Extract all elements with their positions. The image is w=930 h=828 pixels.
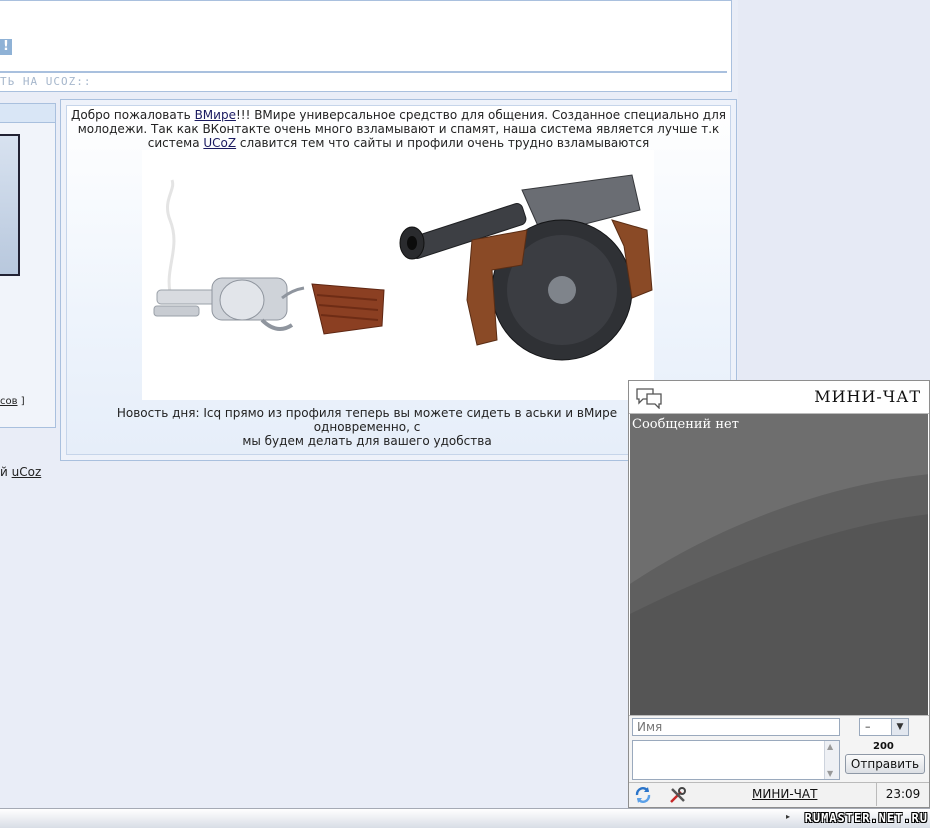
revolver-icon bbox=[153, 277, 385, 335]
mini-chat-messages[interactable]: Сообщений нет bbox=[630, 414, 928, 715]
scroll-down-icon[interactable]: ▼ bbox=[827, 769, 833, 778]
mini-chat-title: МИНИ-ЧАТ bbox=[814, 387, 921, 406]
vmire-link[interactable]: ВМире bbox=[195, 108, 236, 122]
powered-by-prefix: й bbox=[0, 465, 12, 479]
powered-by: й uCoz bbox=[0, 465, 41, 479]
welcome-text-start: Добро пожаловать bbox=[71, 108, 195, 122]
refresh-icon[interactable] bbox=[634, 786, 652, 804]
header-divider bbox=[0, 71, 727, 73]
scroll-up-icon[interactable]: ▲ bbox=[827, 742, 833, 751]
no-messages-text: Сообщений нет bbox=[632, 417, 739, 432]
scroll-right-icon[interactable]: ▸ bbox=[786, 812, 790, 821]
header-caption: ТЬ НА UCOZ:: bbox=[0, 75, 92, 88]
message-textarea[interactable]: ▲ ▼ bbox=[632, 740, 840, 780]
weapons-picture bbox=[142, 150, 654, 400]
tommy-gun-icon bbox=[399, 174, 653, 361]
news-of-the-day: Новость дня: Icq прямо из профиля теперь… bbox=[67, 406, 667, 448]
name-input[interactable] bbox=[632, 718, 840, 736]
char-counter: 200 bbox=[873, 741, 894, 752]
mini-chat-footer: МИНИ-ЧАТ 23:09 bbox=[629, 782, 929, 807]
left-sidebar-header bbox=[0, 104, 55, 123]
welcome-text: Добро пожаловать ВМире!!! ВМире универса… bbox=[67, 108, 730, 150]
sidebar-bracket: ] bbox=[20, 396, 25, 407]
sidebar-link-row: сов ] bbox=[0, 396, 25, 407]
news-line-1: Новость дня: Icq прямо из профиля теперь… bbox=[116, 406, 618, 434]
chat-bubbles-icon bbox=[636, 388, 662, 409]
mini-chat-header: МИНИ-ЧАТ bbox=[629, 381, 929, 414]
watermark-text: RUMASTER.NET.RU bbox=[804, 811, 928, 825]
sidebar-link[interactable]: сов bbox=[0, 396, 18, 407]
mini-chat-widget: МИНИ-ЧАТ Сообщений нет – ▼ ▲ ▼ 200 Отпра… bbox=[628, 380, 930, 808]
alert-icon: ! bbox=[0, 39, 12, 55]
textarea-scrollbar[interactable]: ▲ ▼ bbox=[824, 741, 839, 779]
smile-select-value: – bbox=[865, 720, 871, 733]
mini-chat-background bbox=[630, 414, 928, 715]
tools-icon[interactable] bbox=[669, 786, 687, 804]
left-sidebar-block: сов ] bbox=[0, 103, 56, 428]
news-line-2: мы будем делать для вашего удобства bbox=[242, 434, 492, 448]
mini-chat-footer-link[interactable]: МИНИ-ЧАТ bbox=[752, 787, 817, 801]
ucoz-link[interactable]: uCoz bbox=[12, 465, 42, 479]
send-button[interactable]: Отправить bbox=[845, 754, 925, 774]
welcome-text-end: славится тем что сайты и профили очень т… bbox=[236, 136, 650, 150]
ucoz-system-link[interactable]: UCoZ bbox=[203, 136, 236, 150]
status-bar: ▸ RUMASTER.NET.RU bbox=[0, 808, 930, 828]
header-block: ! ТЬ НА UCOZ:: bbox=[0, 0, 732, 92]
sidebar-image bbox=[0, 134, 20, 276]
chevron-down-icon[interactable]: ▼ bbox=[891, 719, 908, 735]
smile-select[interactable]: – ▼ bbox=[859, 718, 909, 736]
chat-time: 23:09 bbox=[876, 783, 929, 806]
mini-chat-form: – ▼ ▲ ▼ 200 Отправить bbox=[629, 715, 929, 786]
